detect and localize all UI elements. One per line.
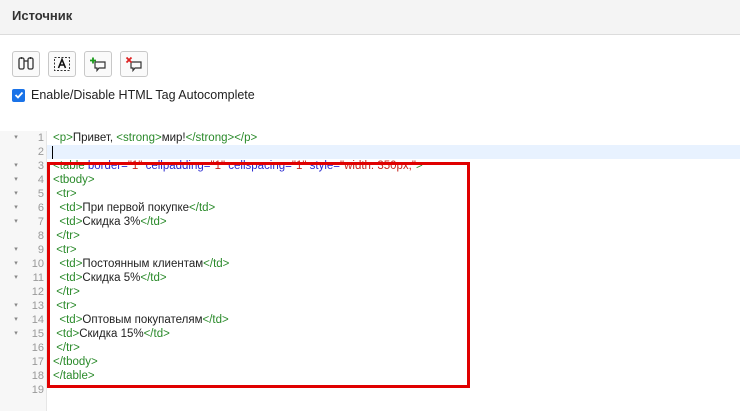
line-number: 18 bbox=[31, 370, 44, 382]
add-comment-button[interactable] bbox=[84, 51, 112, 77]
annotation-highlight-box bbox=[47, 162, 470, 388]
autocomplete-checkbox[interactable] bbox=[12, 88, 25, 102]
code-token: <strong> bbox=[116, 132, 162, 144]
line-number: 19 bbox=[31, 384, 44, 396]
checkmark-icon bbox=[14, 91, 23, 99]
fold-arrow-icon[interactable]: ▾ bbox=[12, 243, 20, 257]
text-cursor bbox=[52, 146, 53, 159]
fold-arrow-icon[interactable]: ▾ bbox=[12, 159, 20, 173]
fold-arrow-icon[interactable]: ▾ bbox=[12, 201, 20, 215]
line-number: 13 bbox=[31, 300, 44, 312]
line-number: 3 bbox=[37, 160, 44, 172]
code-token: </strong> bbox=[185, 132, 235, 144]
add-comment-icon bbox=[90, 57, 106, 72]
fold-arrow-icon[interactable]: ▾ bbox=[12, 215, 20, 229]
code-line[interactable]: 2 bbox=[0, 145, 740, 159]
fold-arrow-icon[interactable]: ▾ bbox=[12, 313, 20, 327]
line-number: 16 bbox=[31, 342, 44, 354]
find-replace-button[interactable] bbox=[12, 51, 40, 77]
line-number: 2 bbox=[37, 146, 44, 158]
fold-arrow-icon[interactable]: ▾ bbox=[12, 257, 20, 271]
remove-comment-button[interactable] bbox=[120, 51, 148, 77]
fold-arrow-icon[interactable]: ▾ bbox=[12, 173, 20, 187]
remove-comment-icon bbox=[125, 56, 142, 72]
line-number: 14 bbox=[31, 314, 44, 326]
dialog-title: Источник bbox=[12, 8, 73, 23]
select-all-button[interactable] bbox=[48, 51, 76, 77]
fold-arrow-icon[interactable]: ▾ bbox=[12, 327, 20, 341]
binoculars-icon bbox=[18, 57, 34, 70]
line-number: 10 bbox=[31, 258, 44, 270]
code-line[interactable]: ▾ 1 <p>Привет, <strong>мир!</strong></p> bbox=[0, 131, 740, 145]
line-number: 4 bbox=[37, 174, 44, 186]
fold-arrow-icon[interactable]: ▾ bbox=[12, 299, 20, 313]
dialog-header: Источник bbox=[0, 0, 740, 35]
line-number: 7 bbox=[37, 216, 44, 228]
autocomplete-toggle[interactable]: Enable/Disable HTML Tag Autocomplete bbox=[12, 88, 255, 102]
fold-arrow-icon[interactable]: ▾ bbox=[12, 131, 20, 145]
fold-arrow-icon[interactable]: ▾ bbox=[12, 271, 20, 285]
code-token: мир! bbox=[161, 132, 186, 144]
line-number: 12 bbox=[31, 286, 44, 298]
line-number: 6 bbox=[37, 202, 44, 214]
autocomplete-label: Enable/Disable HTML Tag Autocomplete bbox=[31, 88, 255, 102]
code-token: Привет, bbox=[72, 132, 117, 144]
line-number: 5 bbox=[37, 188, 44, 200]
line-number: 9 bbox=[37, 244, 44, 256]
code-token: </p> bbox=[234, 132, 258, 144]
line-number: 17 bbox=[31, 356, 44, 368]
select-text-icon bbox=[54, 57, 70, 71]
fold-arrow-icon[interactable]: ▾ bbox=[12, 187, 20, 201]
line-number: 11 bbox=[32, 272, 44, 284]
toolbar bbox=[12, 51, 148, 77]
code-text: <p>Привет, <strong>мир!</strong></p> bbox=[53, 131, 257, 145]
line-number: 1 bbox=[37, 132, 44, 144]
line-number: 8 bbox=[37, 230, 44, 242]
line-number: 15 bbox=[31, 328, 44, 340]
code-token: <p> bbox=[53, 132, 73, 144]
